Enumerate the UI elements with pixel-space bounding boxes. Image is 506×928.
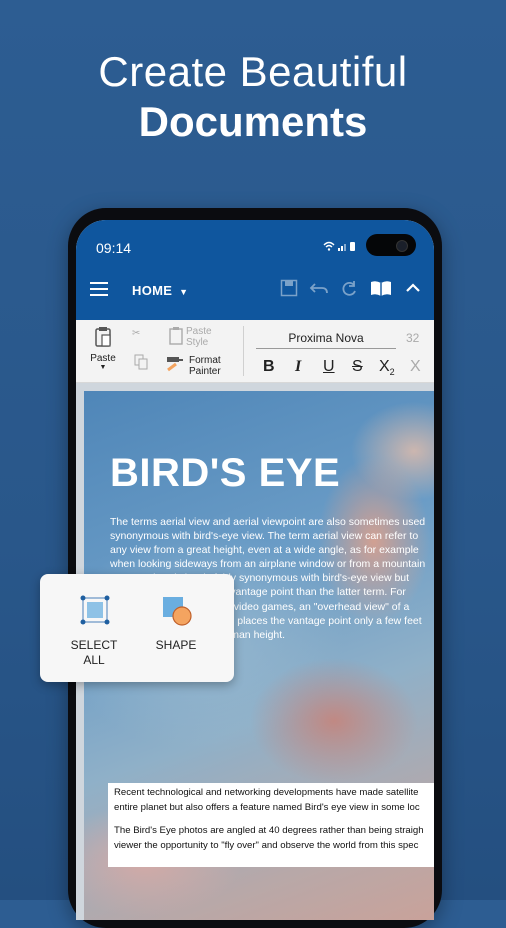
- wifi-signal-battery-icon: [322, 240, 358, 255]
- status-time: 09:14: [96, 240, 132, 256]
- shape-button[interactable]: SHAPE: [136, 574, 216, 682]
- font-name-select[interactable]: Proxima Nova: [256, 328, 396, 349]
- caption-line: Recent technological and networking deve…: [114, 787, 419, 798]
- underline-button[interactable]: U: [323, 358, 335, 376]
- redo-icon[interactable]: [338, 279, 360, 301]
- read-mode-book-icon[interactable]: [370, 279, 392, 301]
- format-painter-line1: Format: [189, 355, 221, 366]
- phone-frame: 09:14 HOME ▼ Paste ▼ ✂ Paste Style Forma…: [68, 208, 442, 928]
- strikethrough-button[interactable]: S: [352, 358, 363, 376]
- paste-label: Paste: [90, 353, 116, 364]
- dropdown-arrow-icon: ▼: [179, 287, 189, 297]
- document-title[interactable]: BIRD'S EYE: [110, 451, 340, 496]
- paste-style-line1: Paste: [186, 326, 212, 337]
- bold-button[interactable]: B: [263, 358, 275, 376]
- ribbon-toolbar: Paste ▼ ✂ Paste Style Format Painter Pro…: [76, 320, 434, 383]
- status-bar: 09:14: [76, 220, 434, 264]
- clipboard-icon: [86, 326, 120, 353]
- italic-button[interactable]: I: [295, 358, 301, 376]
- paste-style-line2: Style: [186, 337, 209, 348]
- home-tab-label: HOME: [132, 283, 173, 298]
- home-tab-dropdown[interactable]: HOME ▼: [132, 283, 188, 298]
- headline-line2: Documents: [138, 98, 368, 145]
- select-all-label: SELECT ALL: [54, 638, 134, 668]
- caption-text-box[interactable]: Recent technological and networking deve…: [108, 783, 434, 867]
- format-painter-icon[interactable]: [164, 356, 188, 375]
- superscript-button[interactable]: X: [410, 358, 421, 376]
- subscript-mark: 2: [389, 367, 395, 378]
- save-icon[interactable]: [278, 279, 300, 301]
- copy-icon[interactable]: [134, 354, 148, 373]
- select-all-icon: [79, 594, 111, 631]
- select-all-line2: ALL: [83, 653, 105, 667]
- ribbon-divider: [243, 326, 244, 376]
- paste-button[interactable]: Paste ▼: [86, 326, 120, 371]
- subscript-button[interactable]: X2: [379, 358, 395, 377]
- format-painter-line2: Painter: [189, 366, 221, 377]
- paste-dropdown-icon: ▼: [99, 364, 107, 371]
- caption-line: viewer the opportunity to "fly over" and…: [114, 840, 419, 851]
- font-size-select[interactable]: 32: [406, 328, 434, 348]
- shape-label: SHAPE: [155, 638, 197, 652]
- context-popup: SELECT ALL SHAPE: [40, 574, 234, 682]
- select-all-line1: SELECT: [70, 638, 118, 652]
- select-all-button[interactable]: SELECT ALL: [54, 574, 134, 682]
- cut-icon[interactable]: ✂: [132, 328, 140, 339]
- format-painter-button[interactable]: Format Painter: [189, 355, 221, 377]
- caption-line: The Bird's Eye photos are angled at 40 d…: [114, 825, 424, 836]
- hamburger-menu-icon[interactable]: [90, 282, 108, 296]
- collapse-chevron-up-icon[interactable]: [402, 279, 424, 301]
- camera-cutout: [366, 234, 416, 256]
- shape-icon: [160, 594, 194, 633]
- app-toolbar: HOME ▼: [76, 264, 434, 320]
- caption-line: entire planet but also offers a feature …: [114, 802, 420, 813]
- phone-screen: 09:14 HOME ▼ Paste ▼ ✂ Paste Style Forma…: [76, 220, 434, 920]
- paste-style-button[interactable]: Paste Style: [186, 326, 212, 348]
- subscript-x: X: [379, 358, 390, 375]
- headline-line1: Create Beautiful: [98, 48, 408, 95]
- undo-icon[interactable]: [308, 279, 330, 301]
